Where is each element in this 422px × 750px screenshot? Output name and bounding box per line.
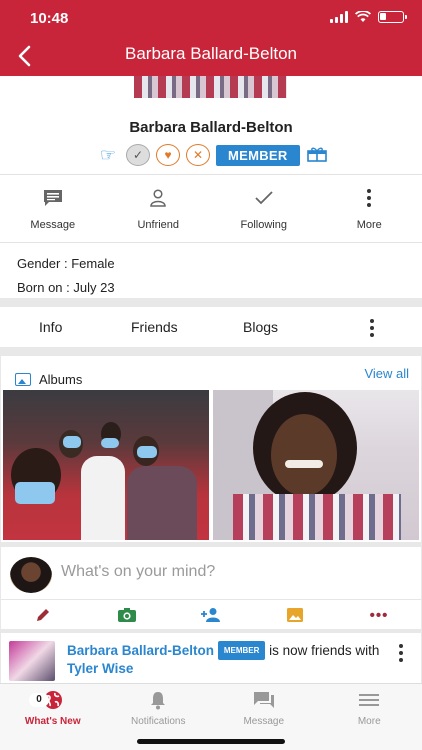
more-label: More: [356, 219, 382, 231]
wifi-icon: [355, 11, 371, 22]
feed-text: Barbara Ballard-Belton MEMBER is now fri…: [67, 641, 391, 677]
person-icon: [146, 187, 170, 209]
composer-tools: •••: [1, 601, 421, 629]
profile-info: Gender : Female Born on : July 23: [17, 252, 115, 300]
status-composer: What's on your mind? •••: [1, 547, 421, 629]
profile-screen: 10:48 Barbara Ballard-Belton Barbara Bal…: [0, 0, 422, 750]
battery-icon: [378, 11, 407, 23]
nav-label: What's New: [24, 716, 81, 727]
pencil-icon[interactable]: [1, 601, 85, 629]
check-reaction-icon[interactable]: ✓: [126, 144, 150, 166]
message-button[interactable]: Message: [0, 175, 106, 241]
status-time: 10:48: [30, 10, 69, 27]
message-label: Message: [30, 219, 76, 231]
albums-section: Albums View all: [1, 356, 421, 542]
nav-label: Notifications: [131, 716, 186, 727]
profile-card: Barbara Ballard-Belton ☞ ✓ ♥ ✕ MEMBER Me…: [0, 76, 422, 298]
heart-icon[interactable]: ♥: [156, 144, 180, 166]
more-button[interactable]: More: [317, 175, 422, 241]
status-icons: [330, 11, 407, 23]
feed-friend-link[interactable]: Tyler Wise: [67, 661, 133, 676]
albums-header: Albums: [15, 372, 82, 387]
nav-label: Message: [243, 716, 285, 727]
nav-row: Barbara Ballard-Belton: [0, 36, 422, 76]
camera-icon[interactable]: [85, 601, 169, 629]
unfriend-button[interactable]: Unfriend: [106, 175, 212, 241]
feed-activity-text: is now friends with: [265, 643, 380, 658]
profile-badges: ☞ ✓ ♥ ✕ MEMBER: [96, 144, 328, 166]
image-icon[interactable]: [253, 601, 337, 629]
feed-more-icon[interactable]: [398, 644, 404, 662]
home-indicator[interactable]: [137, 739, 285, 744]
divider: [0, 242, 422, 243]
tab-blogs[interactable]: Blogs: [243, 319, 278, 335]
app-header: 10:48 Barbara Ballard-Belton: [0, 0, 422, 76]
albums-icon: [15, 373, 31, 386]
more-icon: [357, 187, 381, 209]
avatar[interactable]: [9, 641, 55, 681]
album-photo[interactable]: [213, 390, 419, 540]
profile-actions: Message Unfriend Following More: [0, 175, 422, 241]
view-all-link[interactable]: View all: [364, 366, 409, 381]
gift-icon[interactable]: [306, 146, 328, 164]
close-icon[interactable]: ✕: [186, 144, 210, 166]
album-photo[interactable]: [3, 390, 209, 540]
plaid-shirt: [233, 494, 401, 540]
nav-whats-new[interactable]: What's New: [0, 684, 106, 750]
avatar: [10, 557, 52, 593]
unfriend-label: Unfriend: [137, 219, 180, 231]
profile-tabs: Info Friends Blogs: [0, 307, 422, 347]
feed-item: Barbara Ballard-Belton MEMBER is now fri…: [1, 633, 421, 683]
albums-title: Albums: [39, 372, 83, 387]
status-bar: 10:48: [0, 0, 422, 36]
chat-icon: [253, 690, 275, 710]
notification-count-badge: 0: [29, 693, 49, 707]
gender-text: Gender : Female: [17, 256, 115, 271]
profile-name: Barbara Ballard-Belton: [129, 119, 293, 136]
page-title: Barbara Ballard-Belton: [125, 44, 297, 63]
divider: [1, 599, 421, 600]
tabs-more-icon[interactable]: [369, 319, 375, 337]
add-friend-icon[interactable]: [169, 601, 253, 629]
poke-icon[interactable]: ☞: [96, 145, 120, 165]
tab-info[interactable]: Info: [39, 319, 62, 335]
member-badge: MEMBER: [217, 641, 266, 660]
tab-friends[interactable]: Friends: [131, 319, 178, 335]
nav-label: More: [357, 716, 381, 727]
check-icon: [252, 187, 276, 209]
more-options-icon[interactable]: •••: [337, 601, 421, 629]
bell-icon: [147, 690, 169, 710]
birthday-text: Born on : July 23: [17, 280, 115, 295]
feed-author-link[interactable]: Barbara Ballard-Belton: [67, 643, 214, 658]
menu-icon: [358, 690, 380, 710]
following-button[interactable]: Following: [211, 175, 317, 241]
nav-more[interactable]: More: [317, 684, 422, 750]
message-icon: [41, 187, 65, 209]
status-input[interactable]: What's on your mind?: [61, 563, 215, 581]
profile-photo[interactable]: [134, 76, 287, 98]
member-badge: MEMBER: [216, 144, 300, 166]
following-label: Following: [240, 219, 287, 231]
signal-icon: [330, 11, 348, 23]
